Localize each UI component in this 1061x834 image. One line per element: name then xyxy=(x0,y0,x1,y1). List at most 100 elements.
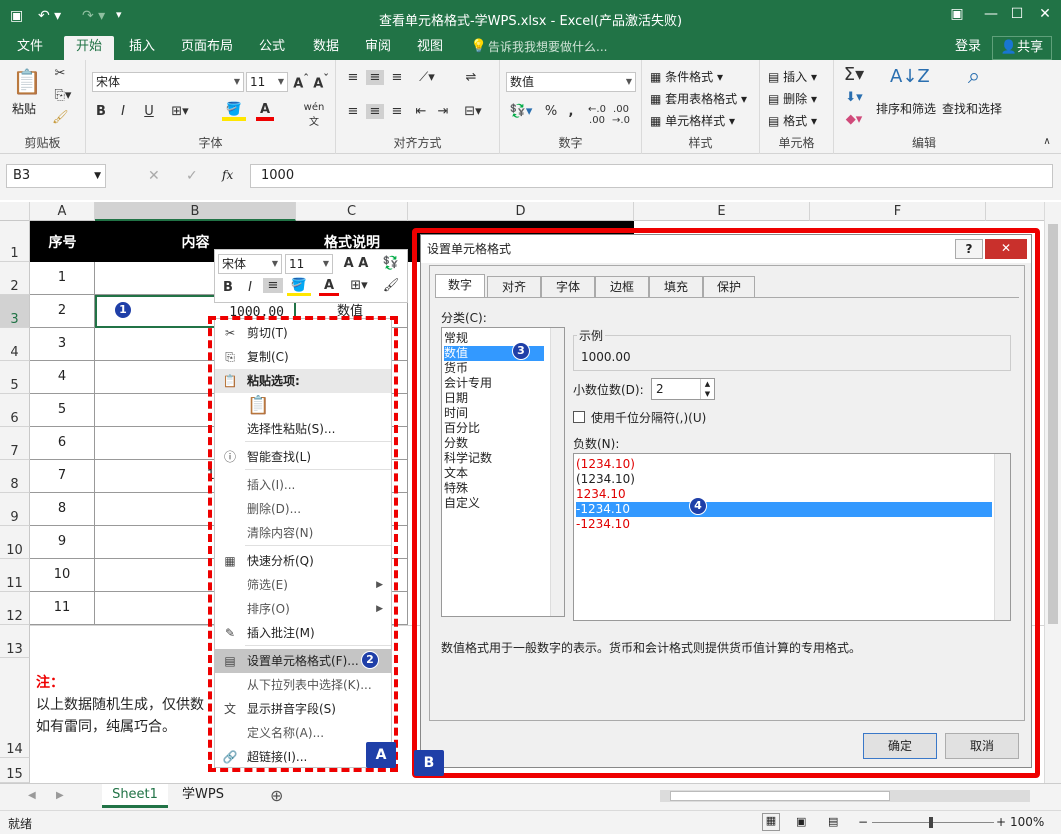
paste-button[interactable]: 粘贴 xyxy=(12,100,36,117)
orientation-icon[interactable]: ⟋▾ xyxy=(416,70,438,85)
phonetic-icon[interactable]: wén 文 xyxy=(300,102,328,128)
cell-index[interactable]: 9 xyxy=(30,526,95,559)
mini-font-color-icon[interactable]: A xyxy=(319,278,339,296)
delete-cells-button[interactable]: ▤ 删除 ▾ xyxy=(768,90,817,107)
align-left-icon[interactable]: ≡ xyxy=(344,104,362,119)
formula-input[interactable]: 1000 xyxy=(250,164,1053,188)
grow-shrink-font-icon[interactable]: Aˆ Aˇ xyxy=(292,72,330,91)
mini-font-combo[interactable]: 宋体 ▼ xyxy=(218,254,282,274)
merge-center-icon[interactable]: ⊟▾ xyxy=(460,104,486,119)
wrap-text-icon[interactable]: ⇌ xyxy=(460,70,482,85)
font-color-icon[interactable]: A xyxy=(256,102,274,121)
column-header-b[interactable]: B xyxy=(95,202,296,221)
login-link[interactable]: 登录 xyxy=(950,36,986,60)
cell-index[interactable]: 4 xyxy=(30,361,95,394)
page-break-view-icon[interactable]: ▤ xyxy=(828,815,838,828)
sheet-tab-sheet1[interactable]: Sheet1 xyxy=(102,784,168,808)
row-header-4[interactable]: 4 xyxy=(0,328,30,361)
cut-icon[interactable]: ✂ xyxy=(52,66,68,81)
ribbon-display-icon[interactable]: ▣ xyxy=(942,6,972,28)
cell-index[interactable]: 10 xyxy=(30,559,95,592)
cell-index[interactable]: 2 xyxy=(30,295,95,328)
sort-filter-icon[interactable]: A↓Z xyxy=(890,66,930,87)
row-header-1[interactable]: 1 xyxy=(0,221,30,262)
tab-data[interactable]: 数据 xyxy=(306,36,346,60)
mini-currency-icon[interactable]: 💱 xyxy=(377,256,405,271)
row-header-11[interactable]: 11 xyxy=(0,559,30,592)
row-header-8[interactable]: 8 xyxy=(0,460,30,493)
name-box[interactable]: B3 ▼ xyxy=(6,164,106,188)
format-cells-ribbon-button[interactable]: ▤ 格式 ▾ xyxy=(768,112,817,129)
decrease-decimal-icon[interactable]: .00 →.0 xyxy=(610,104,632,126)
copy-icon[interactable]: ⎘▾ xyxy=(52,88,74,103)
vertical-scroll-thumb[interactable] xyxy=(1048,224,1058,624)
cell-index[interactable]: 11 xyxy=(30,592,95,625)
bold-button[interactable]: B xyxy=(94,104,108,119)
tab-page-layout[interactable]: 页面布局 xyxy=(176,36,238,60)
conditional-formatting-button[interactable]: ▦ 条件格式 ▾ xyxy=(650,68,723,85)
share-button[interactable]: 👤共享 xyxy=(992,36,1052,60)
cell-styles-button[interactable]: ▦ 单元格样式 ▾ xyxy=(650,112,735,129)
row-header-14[interactable]: 14 xyxy=(0,658,30,758)
column-header-a[interactable]: A xyxy=(30,202,95,221)
note-title[interactable]: 注： xyxy=(36,672,64,692)
cancel-icon[interactable]: ✕ xyxy=(148,168,160,184)
row-header-15[interactable]: 15 xyxy=(0,758,30,783)
mini-borders-icon[interactable]: ⊞▾ xyxy=(347,278,371,293)
format-painter-icon[interactable]: 🖌 xyxy=(52,110,69,125)
decrease-indent-icon[interactable]: ⇤ xyxy=(412,104,430,119)
tab-review[interactable]: 审阅 xyxy=(358,36,398,60)
maximize-button[interactable]: ☐ xyxy=(1002,6,1032,28)
sort-filter-button[interactable]: 排序和筛选 xyxy=(876,100,936,117)
mini-center-icon[interactable]: ≡ xyxy=(263,278,283,293)
next-sheet-icon[interactable]: ▶ xyxy=(56,790,64,801)
font-size-combo[interactable]: 11 ▼ xyxy=(246,72,288,92)
zoom-slider-thumb[interactable] xyxy=(929,817,933,828)
underline-button[interactable]: U xyxy=(138,104,160,119)
row-header-13[interactable]: 13 xyxy=(0,625,30,658)
align-center-icon[interactable]: ≡ xyxy=(366,104,384,119)
tab-formulas[interactable]: 公式 xyxy=(252,36,292,60)
tab-view[interactable]: 视图 xyxy=(410,36,450,60)
borders-icon[interactable]: ⊞▾ xyxy=(168,104,192,119)
row-header-9[interactable]: 9 xyxy=(0,493,30,526)
row-header-12[interactable]: 12 xyxy=(0,592,30,625)
column-header-e[interactable]: E xyxy=(634,202,810,221)
format-as-table-button[interactable]: ▦ 套用表格格式 ▾ xyxy=(650,90,747,107)
search-icon[interactable]: ⌕ xyxy=(960,64,988,89)
align-right-icon[interactable]: ≡ xyxy=(388,104,406,119)
currency-icon[interactable]: 💱▾ xyxy=(506,104,536,119)
row-header-2[interactable]: 2 xyxy=(0,262,30,295)
cell-index[interactable]: 5 xyxy=(30,394,95,427)
mini-size-combo[interactable]: 11 ▼ xyxy=(285,254,333,274)
italic-button[interactable]: I xyxy=(116,104,130,119)
row-header-7[interactable]: 7 xyxy=(0,427,30,460)
cell-index[interactable]: 1 xyxy=(30,262,95,295)
insert-cells-button[interactable]: ▤ 插入 ▾ xyxy=(768,68,817,85)
cell-index[interactable]: 8 xyxy=(30,493,95,526)
horizontal-scrollbar[interactable] xyxy=(660,790,1030,802)
mini-italic-icon[interactable]: I xyxy=(243,280,257,295)
percent-button[interactable]: % xyxy=(544,104,558,119)
row-header-6[interactable]: 6 xyxy=(0,394,30,427)
increase-indent-icon[interactable]: ⇥ xyxy=(434,104,452,119)
row-header-10[interactable]: 10 xyxy=(0,526,30,559)
vertical-scrollbar[interactable] xyxy=(1044,202,1061,783)
zoom-out-icon[interactable]: − xyxy=(858,815,868,829)
tell-me-input[interactable]: 告诉我我想要做什么... xyxy=(488,36,618,60)
mini-paint-icon[interactable]: 🖌 xyxy=(377,278,405,293)
column-header-d[interactable]: D xyxy=(408,202,634,221)
page-layout-view-icon[interactable]: ▣ xyxy=(796,815,806,828)
increase-decimal-icon[interactable]: ←.0.00 xyxy=(586,104,608,126)
close-button[interactable]: ✕ xyxy=(1030,6,1060,28)
prev-sheet-icon[interactable]: ◀ xyxy=(28,790,36,801)
fill-color-icon[interactable]: 🪣 xyxy=(222,102,246,121)
insert-function-button[interactable]: fx xyxy=(222,168,233,182)
tab-file[interactable]: 文件 xyxy=(8,36,52,60)
select-all-corner[interactable] xyxy=(0,202,30,221)
horizontal-scroll-thumb[interactable] xyxy=(670,791,890,801)
fill-icon[interactable]: ⬇▾ xyxy=(842,90,866,105)
align-top-icon[interactable]: ≡ xyxy=(344,70,362,85)
zoom-slider[interactable] xyxy=(872,817,994,828)
clear-icon[interactable]: ◆▾ xyxy=(842,112,866,127)
